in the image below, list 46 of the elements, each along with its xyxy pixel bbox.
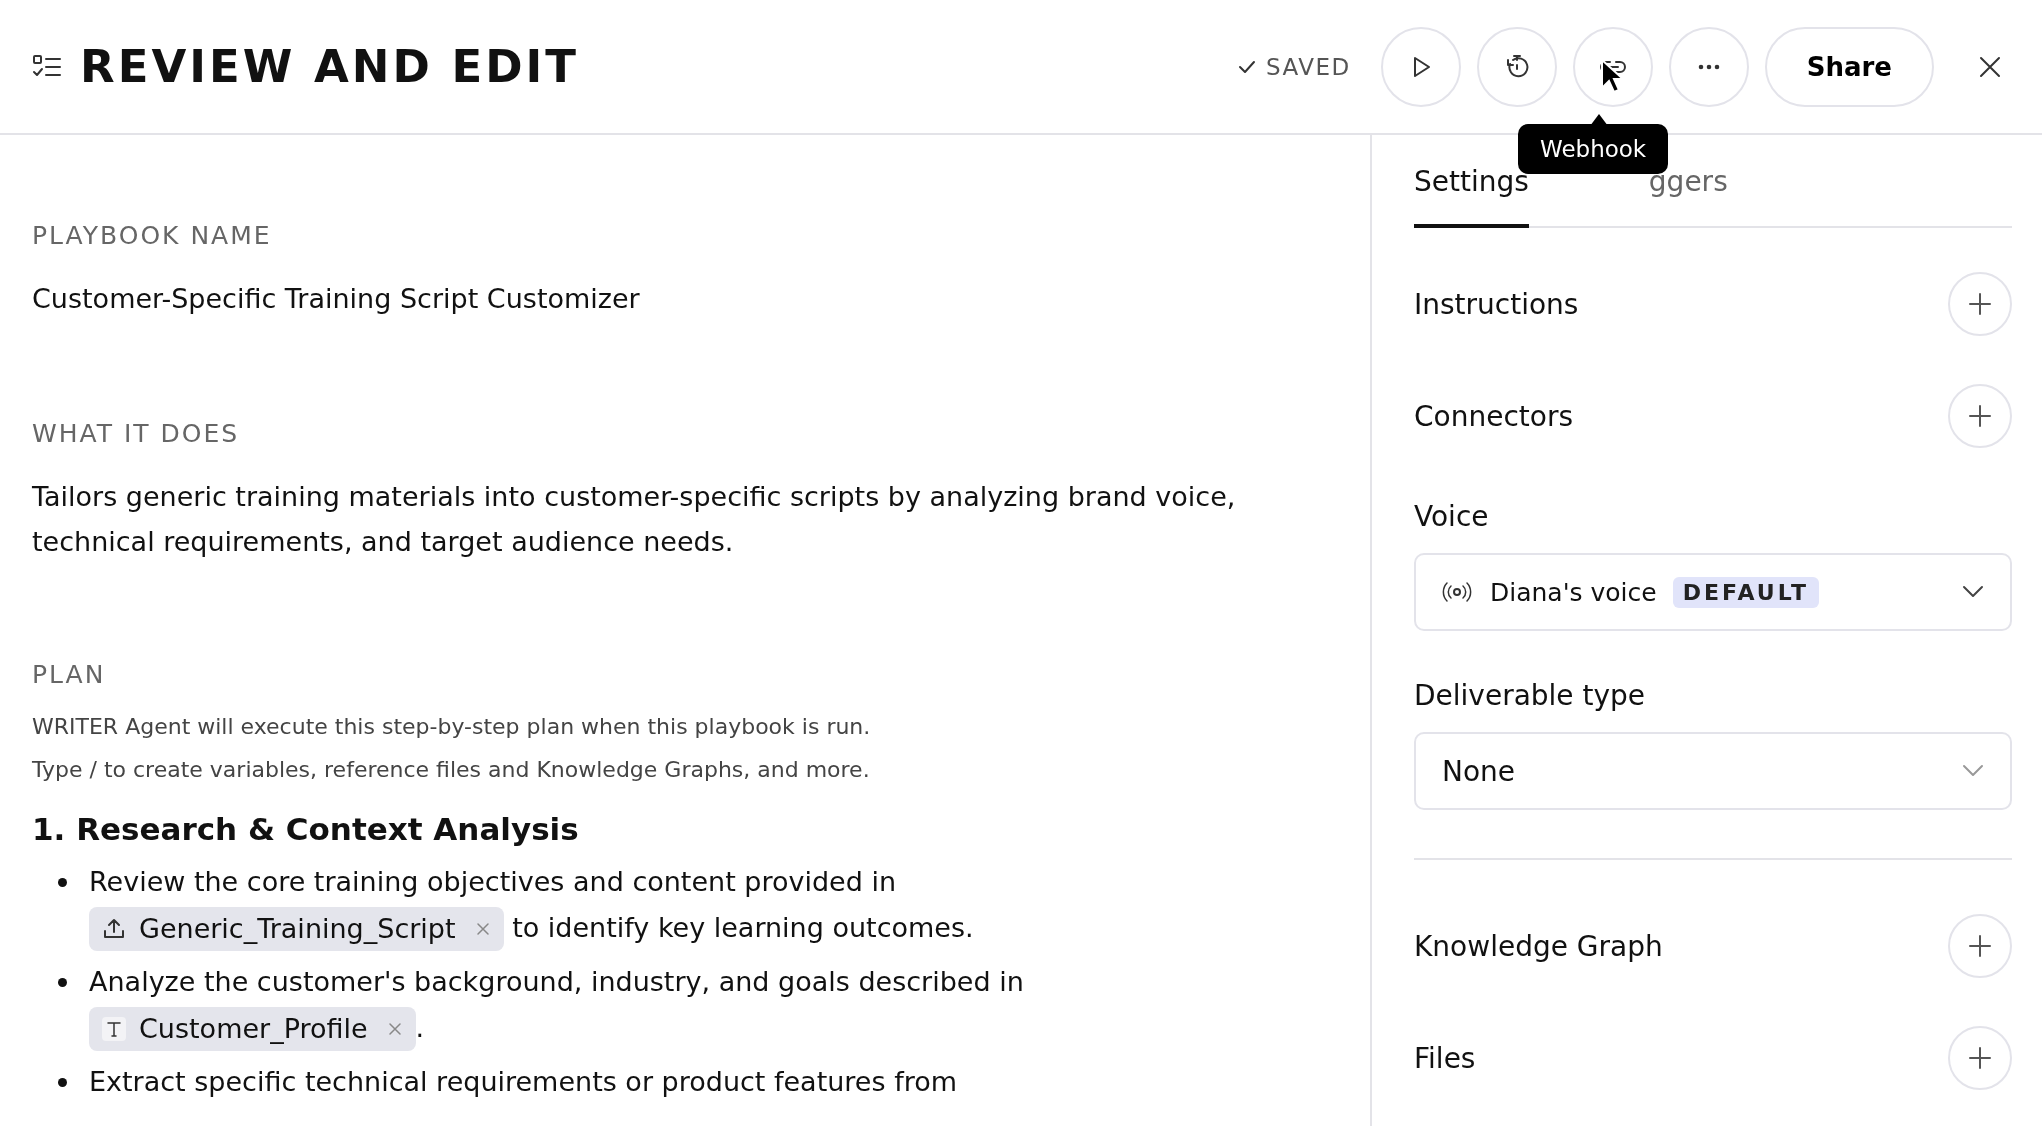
bullet-text: to identify key learning outcomes. — [511, 912, 974, 943]
bullet-text: . — [415, 1012, 425, 1043]
cursor-icon — [1600, 58, 1622, 94]
share-button[interactable]: Share — [1764, 26, 1934, 107]
more-icon — [1697, 63, 1720, 70]
field-label: Deliverable type — [1414, 679, 1647, 712]
bullet-text: Extract specific technical requirements or product features from — [89, 1066, 957, 1097]
section-label: Files — [1414, 1041, 1476, 1075]
field-value: Customer-Specific Training Script Customizer — [32, 282, 641, 316]
bullet-icon — [58, 1078, 67, 1087]
chevron-down-icon — [1962, 585, 1984, 599]
remove-icon[interactable] — [475, 921, 490, 936]
default-badge: DEFAULT — [1672, 576, 1820, 608]
field-label: WHAT IT DOES — [32, 419, 241, 448]
field-value: Tailors generic training materials into customer-specific scripts by analyzing brand voice, technical requirements, and target audience needs. — [32, 480, 1237, 559]
chevron-down-icon — [1962, 764, 1984, 778]
bullet-text: Review the core training objectives and content provided in — [89, 866, 897, 897]
tooltip: Webhook — [1518, 124, 1669, 174]
field-label: Voice — [1414, 500, 1490, 533]
hint-text: WRITER Agent will execute this step-by-step plan when this playbook is run. — [32, 713, 872, 741]
deliverable-dropdown[interactable]: None — [1414, 732, 2012, 810]
text-icon — [101, 1015, 127, 1042]
close-icon[interactable] — [1978, 54, 2002, 79]
saved-label: SAVED — [1266, 53, 1351, 80]
hint-text: Type / to create variables, reference files and Knowledge Graphs, and more. — [32, 756, 871, 784]
bullet-text: Analyze the customer's background, industry, and goals described in — [89, 966, 1024, 997]
step-heading: 1. Research & Context Analysis — [32, 811, 580, 847]
bullet-icon — [58, 978, 67, 987]
plus-icon — [1968, 292, 1992, 316]
voice-dropdown[interactable]: Diana's voice DEFAULT — [1414, 553, 2012, 631]
section-label: PLAN — [32, 660, 107, 689]
remove-icon[interactable] — [387, 1021, 402, 1036]
check-icon — [1238, 59, 1256, 74]
plus-icon — [1968, 1046, 1992, 1070]
section-label: Knowledge Graph — [1414, 929, 1663, 963]
section-label: Connectors — [1414, 399, 1573, 433]
bullet-icon — [58, 878, 67, 887]
reference-chip[interactable]: Generic_Training_Script — [89, 906, 504, 951]
page-title: REVIEW AND EDIT — [80, 40, 581, 93]
section-label: Instructions — [1414, 287, 1579, 321]
tooltip-arrow-icon — [1590, 114, 1608, 126]
reference-chip[interactable]: Customer_Profile — [89, 1006, 416, 1051]
plus-icon — [1968, 404, 1992, 428]
field-label: PLAYBOOK NAME — [32, 221, 273, 250]
plus-icon — [1968, 934, 1992, 958]
broadcast-icon — [1442, 581, 1472, 603]
